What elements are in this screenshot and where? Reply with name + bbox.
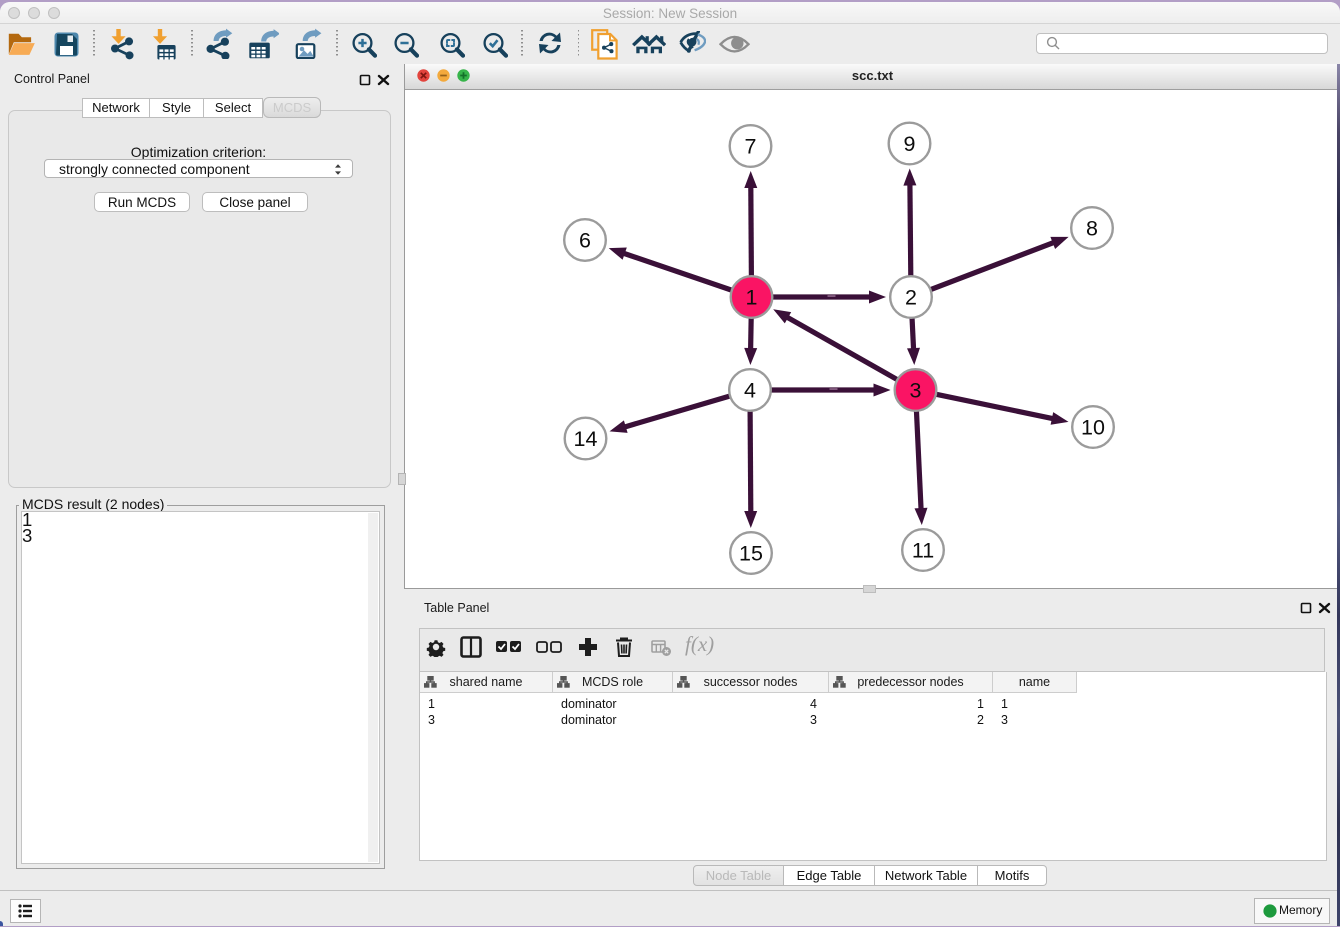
svg-text:6: 6 (579, 229, 591, 253)
svg-text:1: 1 (746, 286, 758, 310)
svg-text:9: 9 (904, 132, 916, 156)
svg-text:7: 7 (745, 135, 757, 159)
svg-text:15: 15 (739, 542, 763, 566)
svg-text:2: 2 (905, 286, 917, 310)
svg-text:3: 3 (910, 379, 922, 403)
svg-text:14: 14 (574, 427, 598, 451)
svg-text:4: 4 (744, 379, 756, 403)
svg-text:10: 10 (1081, 416, 1105, 440)
svg-text:8: 8 (1086, 217, 1098, 241)
svg-text:11: 11 (912, 539, 934, 563)
